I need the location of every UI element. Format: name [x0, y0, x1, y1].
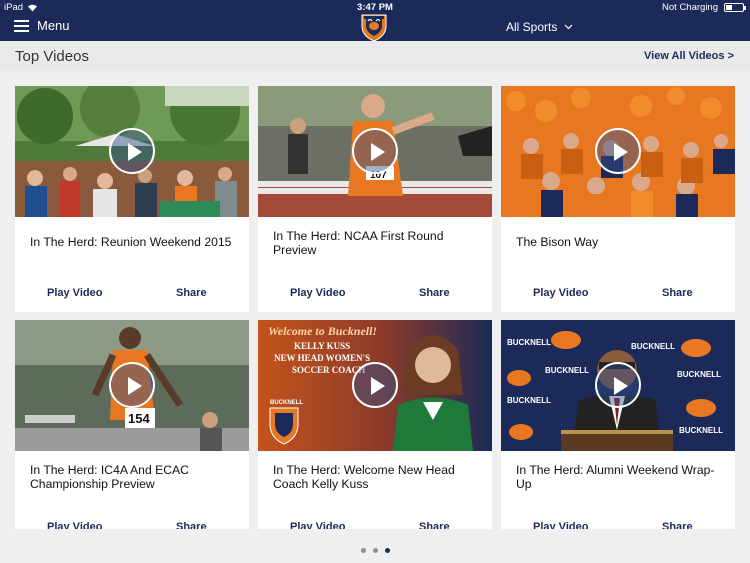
play-video-button[interactable]: Play Video	[47, 521, 102, 529]
video-title[interactable]: In The Herd: Alumni Weekend Wrap-Up	[516, 463, 721, 491]
video-card[interactable]: 154 In The Herd: IC4A And ECAC Champions…	[15, 320, 249, 529]
play-icon[interactable]	[352, 128, 398, 174]
play-icon[interactable]	[595, 128, 641, 174]
video-title[interactable]: In The Herd: Welcome New Head Coach Kell…	[273, 463, 478, 491]
menu-label: Menu	[37, 18, 70, 33]
video-thumbnail[interactable]: 154	[15, 320, 249, 451]
hamburger-icon	[14, 19, 29, 32]
play-icon[interactable]	[109, 128, 155, 174]
video-thumbnail[interactable]	[501, 86, 735, 217]
play-video-button[interactable]: Play Video	[533, 287, 588, 299]
welcome-headline: Welcome to Bucknell!	[268, 324, 378, 338]
nav-bar: Menu All Sports	[0, 12, 750, 42]
page-dot[interactable]	[372, 548, 378, 553]
chevron-down-icon	[564, 24, 573, 30]
menu-button[interactable]: Menu	[14, 18, 70, 33]
sports-filter-dropdown[interactable]: All Sports	[506, 20, 573, 34]
play-icon[interactable]	[352, 362, 398, 408]
charging-status: Not Charging	[662, 2, 718, 13]
sports-filter-label: All Sports	[506, 20, 558, 34]
share-button[interactable]: Share	[419, 521, 450, 529]
brand-wordmark: BUCKNELL	[270, 400, 303, 406]
play-icon[interactable]	[595, 362, 641, 408]
video-grid: In The Herd: Reunion Weekend 2015 Play V…	[15, 86, 735, 529]
play-video-button[interactable]: Play Video	[290, 287, 345, 299]
share-button[interactable]: Share	[662, 521, 693, 529]
svg-text:154: 154	[128, 411, 150, 426]
coach-role-text: NEW HEAD WOMEN'S	[274, 353, 371, 363]
play-icon[interactable]	[109, 362, 155, 408]
video-thumbnail[interactable]: BUCKNELL BUCKNELL BUCKNELL BUCKNELL BUCK…	[501, 320, 735, 451]
video-thumbnail[interactable]: 107	[258, 86, 492, 217]
video-card[interactable]: BUCKNELL BUCKNELL BUCKNELL BUCKNELL BUCK…	[501, 320, 735, 529]
play-video-button[interactable]: Play Video	[533, 521, 588, 529]
play-video-button[interactable]: Play Video	[47, 287, 102, 299]
share-button[interactable]: Share	[662, 287, 693, 299]
battery-icon	[724, 3, 746, 12]
section-title: Top Videos	[15, 48, 89, 65]
page-dot[interactable]	[360, 548, 366, 553]
page-indicator[interactable]	[0, 548, 750, 553]
video-title[interactable]: The Bison Way	[516, 235, 721, 249]
play-video-button[interactable]: Play Video	[290, 521, 345, 529]
video-title[interactable]: In The Herd: Reunion Weekend 2015	[30, 235, 235, 249]
video-card[interactable]: Welcome to Bucknell! KELLY KUSS NEW HEAD…	[258, 320, 492, 529]
page-dot[interactable]	[384, 548, 390, 553]
view-all-videos-link[interactable]: View All Videos >	[644, 50, 734, 62]
share-button[interactable]: Share	[176, 287, 207, 299]
video-card[interactable]: The Bison Way Play Video Share	[501, 86, 735, 312]
video-title[interactable]: In The Herd: NCAA First Round Preview	[273, 229, 478, 257]
video-title[interactable]: In The Herd: IC4A And ECAC Championship …	[30, 463, 235, 491]
video-thumbnail[interactable]: Welcome to Bucknell! KELLY KUSS NEW HEAD…	[258, 320, 492, 451]
section-header: Top Videos View All Videos >	[0, 41, 750, 71]
share-button[interactable]: Share	[419, 287, 450, 299]
video-thumbnail[interactable]	[15, 86, 249, 217]
coach-name-text: KELLY KUSS	[294, 341, 351, 351]
status-right: Not Charging	[662, 2, 746, 13]
video-card[interactable]: In The Herd: Reunion Weekend 2015 Play V…	[15, 86, 249, 312]
bucknell-bison-logo-icon[interactable]	[358, 12, 390, 42]
share-button[interactable]: Share	[176, 521, 207, 529]
video-card[interactable]: 107 In The Herd: NCAA First Round Previe…	[258, 86, 492, 312]
